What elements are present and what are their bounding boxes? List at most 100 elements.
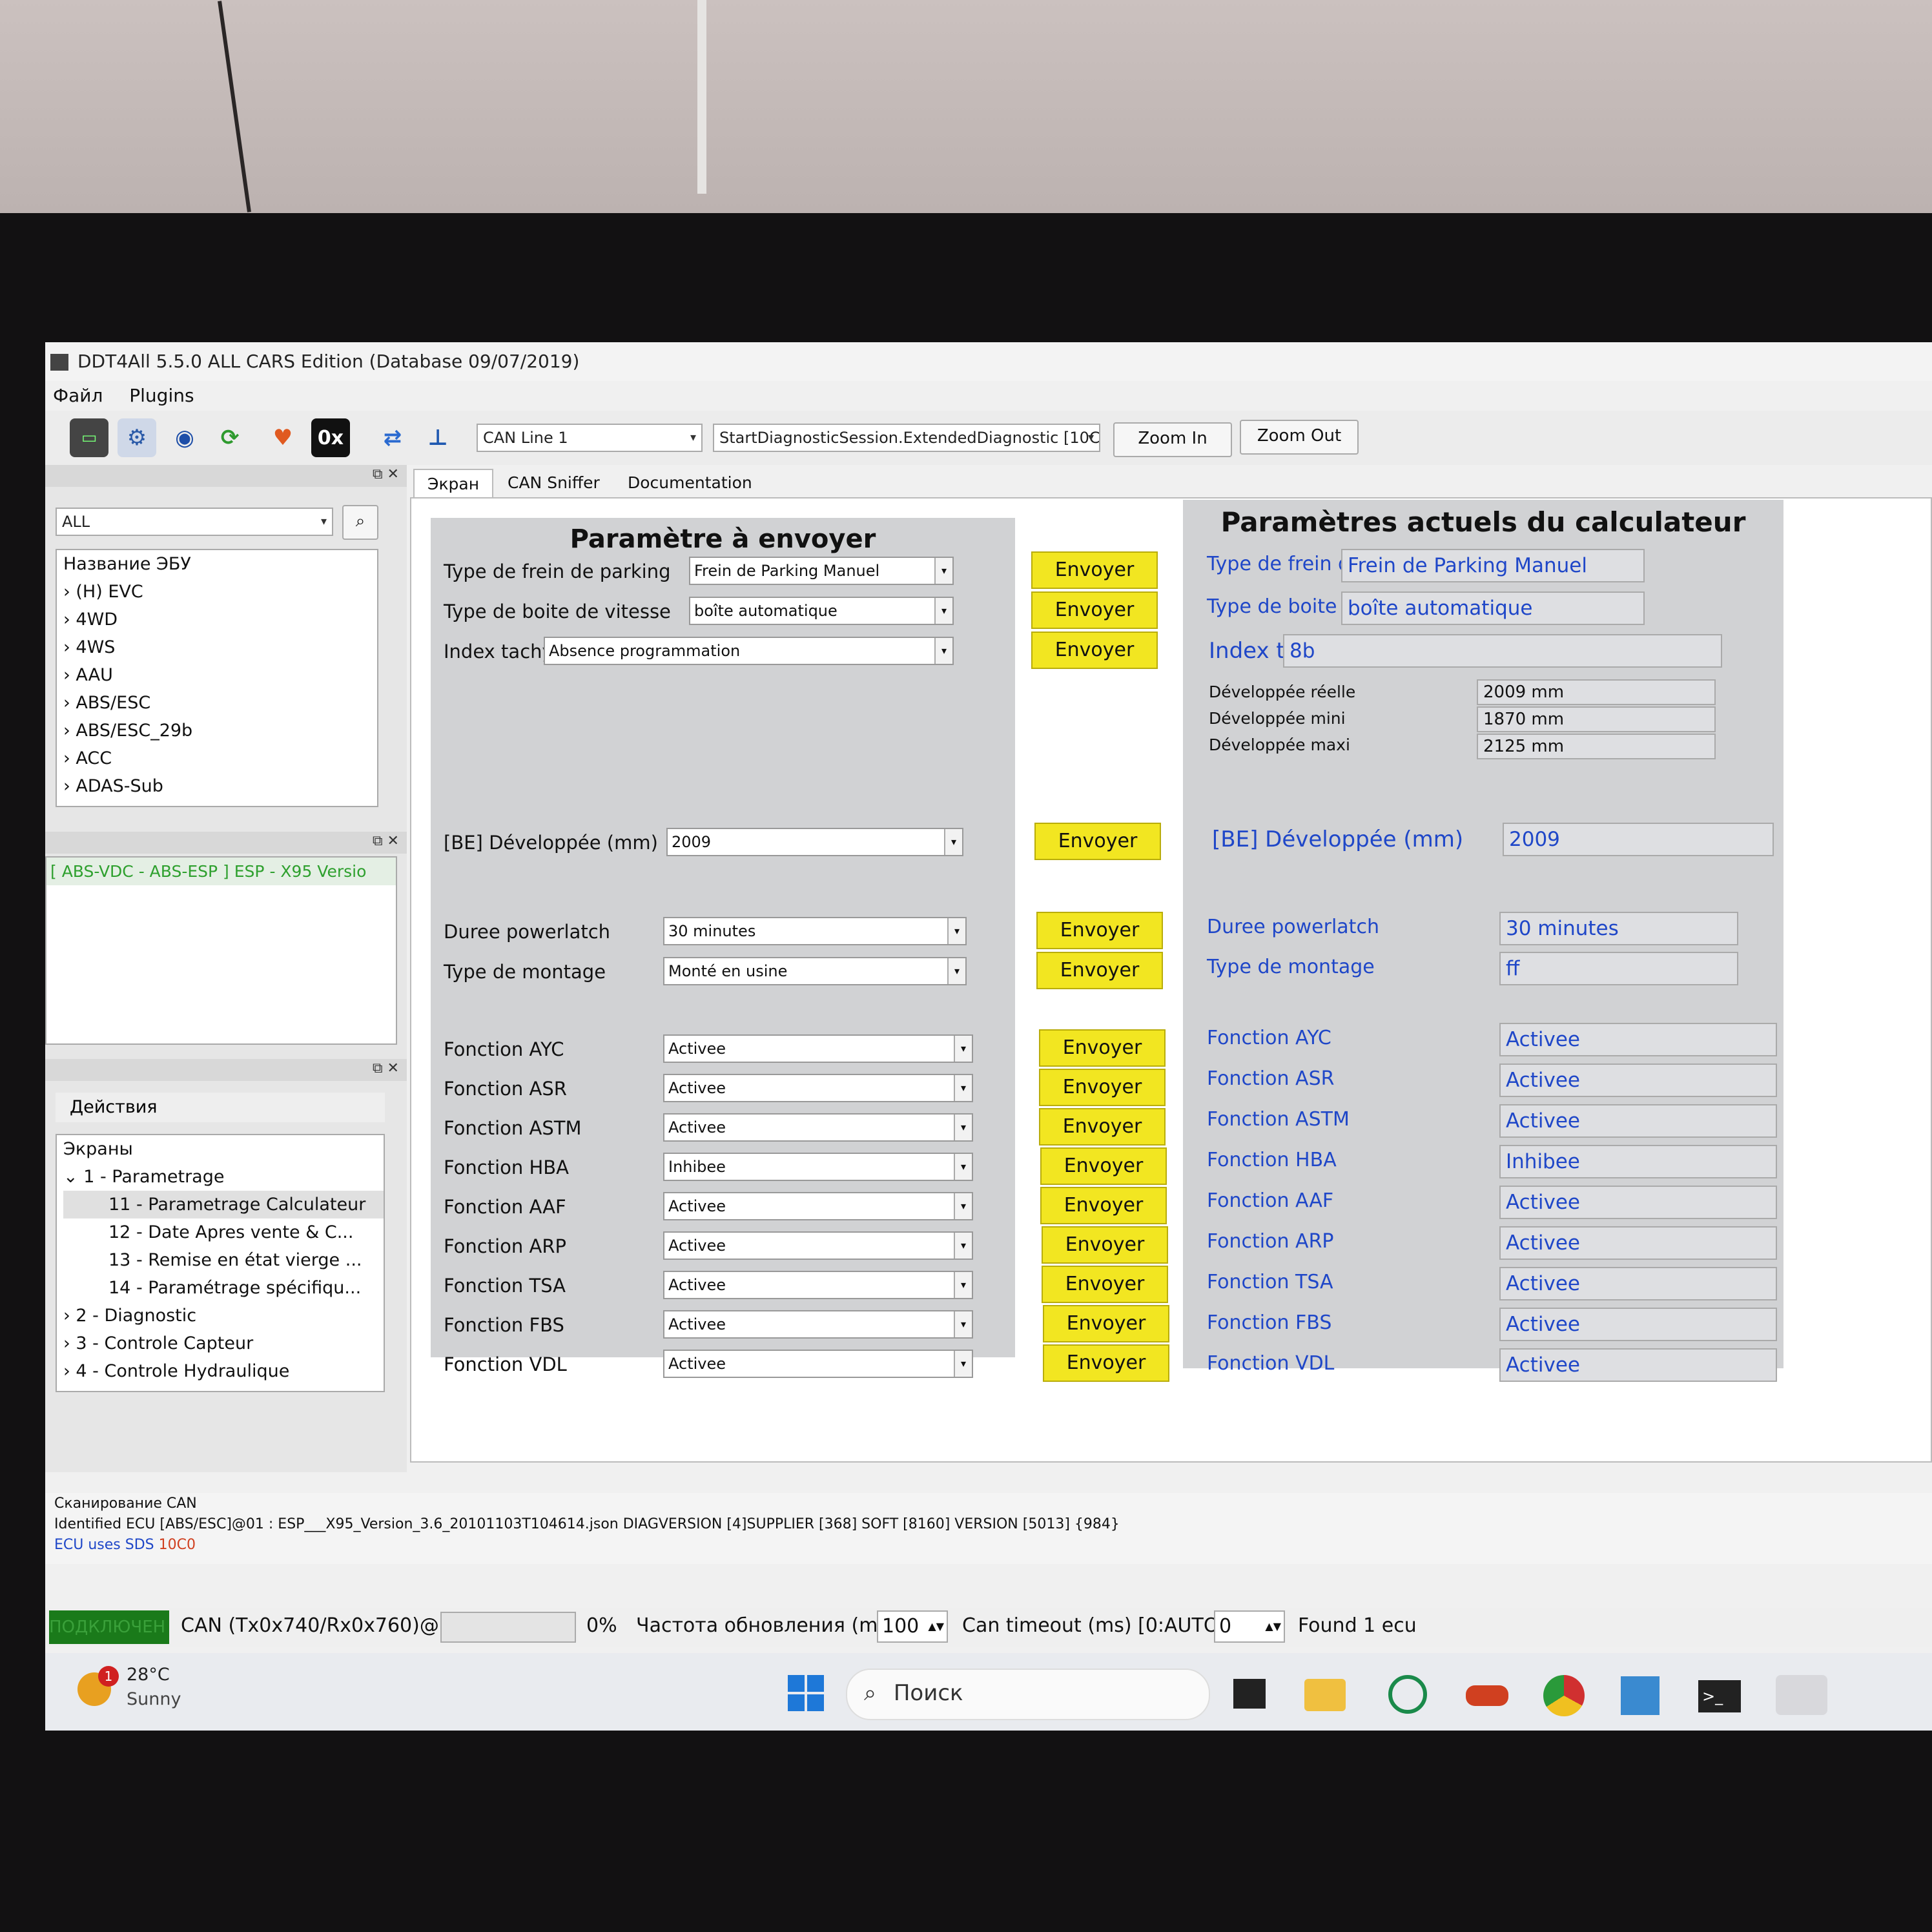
can-line-select[interactable]: CAN Line 1 ▾: [477, 424, 703, 452]
chrome-icon[interactable]: [1543, 1675, 1585, 1716]
spinner-icon[interactable]: ▲▼: [928, 1612, 944, 1641]
scan-ecu-icon[interactable]: ⚙: [118, 418, 156, 457]
send-button[interactable]: Envoyer: [1042, 1266, 1168, 1303]
current-param-value: Inhibee: [1499, 1145, 1777, 1178]
tab-screen[interactable]: Экран: [413, 469, 494, 498]
send-param-select[interactable]: Frein de Parking Manuel ▾: [689, 557, 954, 585]
network-icon[interactable]: ⇄: [373, 418, 412, 457]
selected-ecu-item[interactable]: [ ABS-VDC - ABS-ESP ] ESP - X95 Versio: [46, 858, 396, 885]
screen-group[interactable]: › 3 - Controle Capteur: [63, 1330, 384, 1357]
folder-icon[interactable]: [1304, 1679, 1346, 1711]
app-icon[interactable]: [1621, 1676, 1660, 1715]
dock-close-icon[interactable]: ⧉ ✕: [373, 466, 399, 482]
send-button[interactable]: Envoyer: [1040, 1187, 1167, 1224]
send-param-select[interactable]: Activee ▾: [663, 1113, 973, 1142]
menu-plugins[interactable]: Plugins: [129, 385, 194, 406]
session-select[interactable]: StartDiagnosticSession.ExtendedDiagnosti…: [713, 424, 1100, 452]
ecu-item[interactable]: › 4WD: [63, 606, 377, 633]
menu-file[interactable]: Файл: [53, 385, 103, 406]
search-ecu-button[interactable]: ⌕: [342, 505, 378, 540]
timeout-label: Can timeout (ms) [0:AUTO] :: [962, 1614, 1239, 1637]
zoom-out-button[interactable]: Zoom Out: [1240, 420, 1359, 455]
screen-item[interactable]: 12 - Date Apres vente & C...: [63, 1218, 384, 1246]
screen-group[interactable]: ⌄ 1 - Parametrage: [63, 1163, 384, 1191]
screen-group[interactable]: › 2 - Diagnostic: [63, 1302, 384, 1330]
send-param-select[interactable]: Activee ▾: [663, 1310, 973, 1339]
ecu-item[interactable]: › AAU: [63, 661, 377, 689]
send-param-select[interactable]: Inhibee ▾: [663, 1153, 973, 1181]
send-button[interactable]: Envoyer: [1031, 632, 1158, 669]
weather-temp: 28°C: [127, 1665, 170, 1685]
send-button[interactable]: Envoyer: [1039, 1108, 1166, 1146]
dev-maxi-value: 2125 mm: [1477, 734, 1716, 759]
terminal-icon[interactable]: >_: [1698, 1680, 1741, 1712]
ecu-item[interactable]: › ABS/ESC_29b: [63, 717, 377, 745]
send-param-select[interactable]: boîte automatique ▾: [689, 597, 954, 625]
send-param-select[interactable]: Monté en usine ▾: [663, 957, 967, 985]
send-button[interactable]: Envoyer: [1043, 1305, 1169, 1342]
screen-item-selected[interactable]: 11 - Parametrage Calculateur: [63, 1191, 384, 1218]
ecu-item[interactable]: › 4WS: [63, 633, 377, 661]
hex-icon[interactable]: 0x: [311, 418, 350, 457]
monitor-icon[interactable]: ▭: [70, 418, 108, 457]
send-button[interactable]: Envoyer: [1042, 1226, 1168, 1264]
send-button[interactable]: Envoyer: [1036, 912, 1163, 949]
screen-group[interactable]: › 4 - Controle Hydraulique: [63, 1357, 384, 1385]
zoom-in-button[interactable]: Zoom In: [1113, 422, 1232, 457]
send-param-select[interactable]: Absence programmation ▾: [544, 637, 954, 665]
tree-header: Экраны: [63, 1139, 133, 1159]
send-param-select[interactable]: 30 minutes ▾: [663, 917, 967, 945]
send-button[interactable]: Envoyer: [1036, 952, 1163, 989]
send-param-select[interactable]: Activee ▾: [663, 1231, 973, 1260]
send-param-select[interactable]: 2009 ▾: [666, 828, 963, 856]
screen-item[interactable]: 13 - Remise en état vierge ...: [63, 1246, 384, 1274]
ecu-item[interactable]: › ACC: [63, 745, 377, 772]
send-button[interactable]: Envoyer: [1039, 1069, 1166, 1106]
refresh-icon[interactable]: ◉: [165, 418, 204, 457]
chevron-down-icon: ▾: [954, 1351, 972, 1377]
screen-item[interactable]: 14 - Paramétrage spécifiqu...: [63, 1274, 384, 1302]
left-dock: ⧉ ✕ ALL ▾ ⌕ Название ЭБУ › (H) EVC › 4WD…: [45, 465, 407, 1472]
windows-start-icon[interactable]: [788, 1675, 824, 1711]
whatsapp-icon[interactable]: [1388, 1675, 1427, 1714]
dock-close-icon[interactable]: ⧉ ✕: [373, 1060, 399, 1076]
sync-icon[interactable]: ⟳: [211, 418, 249, 457]
send-param-label: Index tachy: [444, 641, 553, 663]
ecu-item[interactable]: › (H) EVC: [63, 578, 377, 606]
send-param-select[interactable]: Activee ▾: [663, 1192, 973, 1220]
status-bar: ПОДКЛЮЧЕН CAN (Tx0x740/Rx0x760)@500 0% Ч…: [45, 1608, 1932, 1647]
ecu-filter-select[interactable]: ALL ▾: [56, 508, 333, 536]
send-param-label: Fonction ARP: [444, 1235, 566, 1257]
tab-can-sniffer[interactable]: CAN Sniffer: [495, 469, 613, 497]
current-param-value: Activee: [1499, 1186, 1777, 1219]
taskbar-search[interactable]: ⌕ Поиск: [846, 1669, 1210, 1720]
spinner-icon[interactable]: ▲▼: [1265, 1612, 1281, 1641]
send-param-select[interactable]: Activee ▾: [663, 1271, 973, 1299]
send-button[interactable]: Envoyer: [1034, 823, 1161, 860]
send-param-select[interactable]: Activee ▾: [663, 1350, 973, 1378]
ecu-item[interactable]: › ADAS-Sub: [63, 772, 377, 800]
ecu-item[interactable]: › ABS/ESC: [63, 689, 377, 717]
menu-bar: Файл Plugins: [45, 381, 1932, 411]
screens-tree: Экраны ⌄ 1 - Parametrage 11 - Parametrag…: [56, 1134, 385, 1392]
tab-documentation[interactable]: Documentation: [615, 469, 765, 497]
refresh-input[interactable]: 100 ▲▼: [877, 1610, 948, 1643]
current-param-label: Fonction HBA: [1207, 1149, 1337, 1171]
taskview-icon[interactable]: [1233, 1679, 1266, 1709]
send-param-select[interactable]: Activee ▾: [663, 1034, 973, 1063]
send-param-value: Frein de Parking Manuel: [694, 562, 880, 580]
timeout-input[interactable]: 0 ▲▼: [1214, 1610, 1285, 1643]
current-param-value: Activee: [1499, 1023, 1777, 1056]
heart-monitor-icon[interactable]: ♥: [263, 418, 302, 457]
send-button[interactable]: Envoyer: [1031, 551, 1158, 589]
car-app-icon[interactable]: [1466, 1685, 1508, 1706]
pipe-icon[interactable]: ⊥: [418, 418, 457, 457]
dock-close-icon[interactable]: ⧉ ✕: [373, 833, 399, 849]
send-button[interactable]: Envoyer: [1043, 1344, 1169, 1382]
send-button[interactable]: Envoyer: [1031, 591, 1158, 629]
send-param-select[interactable]: Activee ▾: [663, 1074, 973, 1102]
send-button[interactable]: Envoyer: [1039, 1029, 1166, 1067]
ddt4all-taskbar-icon[interactable]: [1776, 1675, 1827, 1715]
send-param-value: Activee: [668, 1315, 726, 1333]
send-button[interactable]: Envoyer: [1040, 1147, 1167, 1185]
